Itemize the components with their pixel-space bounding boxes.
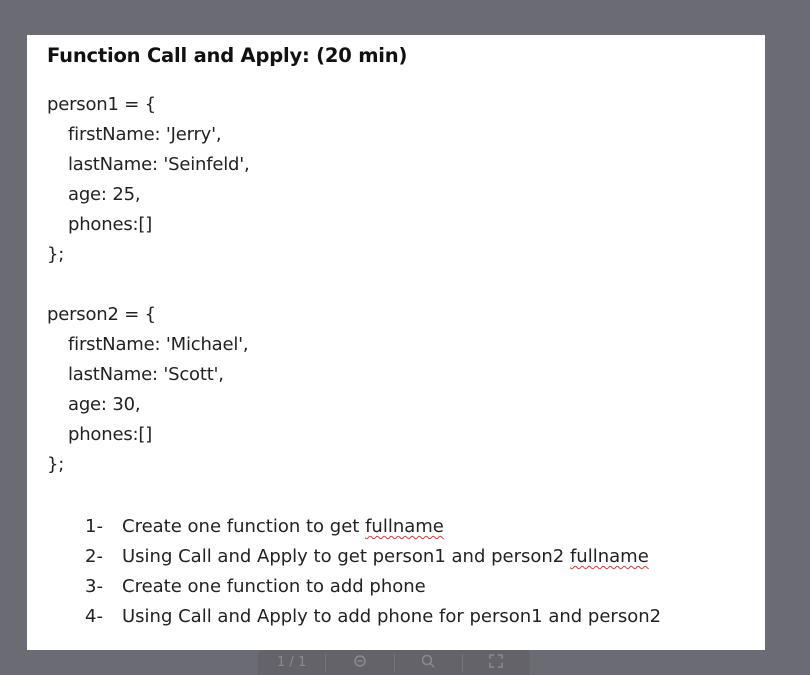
spellcheck-word: fullname <box>365 516 444 537</box>
task-text: Create one function to add phone <box>122 576 426 597</box>
code-line: age: 25, <box>68 184 141 205</box>
code-line: person1 = { <box>47 94 156 115</box>
spellcheck-word: fullname <box>569 546 649 567</box>
task-item: 2- Using Call and Apply to get person1 a… <box>85 542 661 572</box>
code-block: person1 = { firstName: 'Jerry', lastName… <box>47 90 250 480</box>
task-item: 3- Create one function to add phone <box>85 572 661 602</box>
code-line: lastName: 'Seinfeld', <box>68 154 250 175</box>
search-icon[interactable] <box>395 654 462 672</box>
task-text: Using Call and Apply to get person1 and … <box>122 546 649 567</box>
document-title: Function Call and Apply: (20 min) <box>47 44 408 67</box>
task-item: 1- Create one function to get fullname <box>85 512 661 542</box>
code-line: phones:[] <box>68 424 153 445</box>
code-line: firstName: 'Michael', <box>68 334 249 355</box>
fullscreen-icon[interactable] <box>463 653 530 672</box>
code-line: person2 = { <box>47 304 156 325</box>
task-number: 2- <box>85 546 103 567</box>
code-line: }; <box>47 454 65 475</box>
code-line: firstName: 'Jerry', <box>68 124 222 145</box>
viewer-toolbar: 1 / 1 <box>258 650 530 675</box>
code-line: }; <box>47 244 65 265</box>
code-line: lastName: 'Scott', <box>68 364 224 385</box>
task-number: 4- <box>85 606 103 627</box>
task-text: Using Call and Apply to add phone for pe… <box>122 606 662 627</box>
task-list: 1- Create one function to get fullname 2… <box>85 512 661 632</box>
task-number: 3- <box>85 576 103 597</box>
task-item: 4- Using Call and Apply to add phone for… <box>85 602 661 632</box>
task-number: 1- <box>85 516 103 537</box>
page-indicator: 1 / 1 <box>277 655 307 670</box>
zoom-icon[interactable] <box>326 654 393 672</box>
document-page: Function Call and Apply: (20 min) person… <box>27 35 765 650</box>
code-line: phones:[] <box>68 214 153 235</box>
code-line: age: 30, <box>68 394 141 415</box>
task-text: Create one function to get fullname <box>122 516 444 537</box>
